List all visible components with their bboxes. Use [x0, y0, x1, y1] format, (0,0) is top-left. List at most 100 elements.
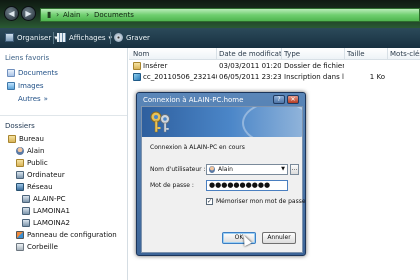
address-bar[interactable]: ▮ › Alain › Documents — [40, 8, 420, 22]
tree-label: Ordinateur — [27, 171, 65, 179]
tree-label: Panneau de configuration — [27, 231, 117, 239]
file-name: Insérer — [143, 62, 168, 70]
burn-button[interactable]: Graver — [114, 33, 150, 42]
folders-header[interactable]: Dossiers — [5, 122, 35, 130]
cancel-button[interactable]: Annuler — [262, 232, 296, 244]
more-chevron-icon: » — [43, 95, 48, 103]
column-divider[interactable] — [344, 48, 345, 60]
user-icon — [16, 147, 24, 155]
tree-item-ordinateur[interactable]: Ordinateur — [16, 171, 65, 179]
column-divider[interactable] — [387, 48, 388, 60]
back-button[interactable]: ◀ — [4, 6, 19, 21]
file-name: cc_20110506_232140.reg — [143, 73, 217, 81]
chevron-down-icon[interactable]: ▼ — [281, 166, 285, 172]
organize-label: Organiser — [17, 33, 52, 42]
tree-label: LAMOINA2 — [33, 219, 70, 227]
password-field[interactable]: ●●●●●●●●●● — [206, 180, 288, 191]
control-panel-icon — [16, 231, 24, 239]
tree-item-control-panel[interactable]: Panneau de configuration — [16, 231, 117, 239]
address-folder-icon: ▮ — [47, 10, 52, 19]
desktop-folder-icon — [8, 135, 16, 143]
credentials-dialog: Connexion à ALAIN-PC.home ? ✕ Connexion … — [136, 92, 306, 256]
file-list-header: Nom Date de modificati... Type Taille Mo… — [129, 48, 420, 60]
tree-item-reseau[interactable]: Réseau — [16, 183, 53, 191]
keys-icon — [150, 111, 170, 133]
toolbar-divider — [110, 32, 111, 44]
tree-item-public[interactable]: Public — [16, 159, 48, 167]
dialog-banner — [142, 107, 302, 137]
favorite-label: Autres — [18, 95, 41, 103]
forward-button[interactable]: ▶ — [21, 6, 36, 21]
password-label: Mot de passe : — [150, 182, 194, 189]
computer-icon — [16, 171, 24, 179]
pane-divider — [0, 115, 127, 116]
views-menu[interactable]: Affichages ▾ — [57, 33, 112, 42]
folder-icon — [133, 62, 141, 70]
views-icon — [57, 33, 66, 42]
tree-item-lamoina2[interactable]: LAMOINA2 — [22, 219, 70, 227]
column-header-date[interactable]: Date de modificati... — [219, 50, 281, 58]
file-row[interactable]: cc_20110506_232140.reg 06/05/2011 23:23 … — [129, 72, 420, 82]
column-header-tags[interactable]: Mots-clés — [390, 50, 420, 58]
tree-item-lamoina1[interactable]: LAMOINA1 — [22, 207, 70, 215]
column-divider[interactable] — [216, 48, 217, 60]
tree-item-corbeille[interactable]: Corbeille — [16, 243, 58, 251]
banner-decoration — [242, 107, 302, 137]
organize-menu[interactable]: Organiser ▾ — [5, 33, 58, 42]
tree-item-alain-pc[interactable]: ALAIN-PC — [22, 195, 66, 203]
documents-icon — [7, 69, 15, 77]
burn-label: Graver — [126, 33, 150, 42]
registry-file-icon — [133, 73, 141, 81]
tree-label: Réseau — [27, 183, 53, 191]
dialog-body: Connexion à ALAIN-PC en cours Nom d'util… — [141, 106, 306, 253]
images-icon — [7, 82, 15, 90]
navigation-pane: Liens favoris Documents Images Autres » … — [0, 48, 128, 280]
favorite-item-images[interactable]: Images — [7, 82, 44, 90]
breadcrumb-chevron-icon[interactable]: › — [56, 10, 59, 19]
favorite-label: Documents — [18, 69, 58, 77]
username-value: Alain — [218, 166, 233, 173]
burn-disc-icon — [114, 33, 123, 42]
username-combobox[interactable]: Alain ▼ — [206, 164, 288, 175]
file-date: 03/03/2011 01:20 — [219, 62, 281, 70]
tree-label: LAMOINA1 — [33, 207, 70, 215]
breadcrumb-item-documents[interactable]: Documents — [94, 11, 134, 19]
organize-icon — [5, 33, 14, 42]
tree-item-alain[interactable]: Alain — [16, 147, 44, 155]
views-label: Affichages — [69, 33, 106, 42]
tree-label: Public — [27, 159, 48, 167]
help-button[interactable]: ? — [273, 95, 285, 104]
tree-label: ALAIN-PC — [33, 195, 66, 203]
tree-item-bureau[interactable]: Bureau — [8, 135, 44, 143]
user-icon — [209, 166, 215, 173]
column-divider[interactable] — [281, 48, 282, 60]
breadcrumb-chevron-icon[interactable]: › — [86, 10, 89, 19]
tree-label: Bureau — [19, 135, 44, 143]
file-size: 1 Ko — [369, 73, 385, 81]
toolbar-divider — [53, 32, 54, 44]
computer-icon — [22, 195, 30, 203]
tree-label: Corbeille — [27, 243, 58, 251]
network-icon — [16, 183, 24, 191]
browse-button[interactable]: ... — [290, 164, 299, 175]
file-row[interactable]: Insérer 03/03/2011 01:20 Dossier de fich… — [129, 61, 420, 71]
column-header-name[interactable]: Nom — [133, 50, 213, 58]
window-title-bar: ◀ ▶ ▮ › Alain › Documents — [0, 0, 420, 28]
remember-password-label[interactable]: Mémoriser mon mot de passe — [216, 198, 306, 205]
connection-status-message: Connexion à ALAIN-PC en cours — [150, 144, 245, 151]
file-type: Inscription dans le ... — [284, 73, 344, 81]
column-header-type[interactable]: Type — [284, 50, 344, 58]
breadcrumb-item-alain[interactable]: Alain — [63, 11, 80, 19]
tree-label: Alain — [27, 147, 45, 155]
favorite-item-more[interactable]: Autres » — [18, 95, 48, 103]
favorite-item-documents[interactable]: Documents — [7, 69, 58, 77]
close-button[interactable]: ✕ — [287, 95, 299, 104]
public-folder-icon — [16, 159, 24, 167]
command-toolbar: Organiser ▾ Affichages ▾ Graver — [0, 28, 420, 48]
remember-password-checkbox[interactable]: ✓ — [206, 198, 213, 205]
username-label: Nom d'utilisateur : — [150, 166, 206, 173]
computer-icon — [22, 207, 30, 215]
computer-icon — [22, 219, 30, 227]
column-header-size[interactable]: Taille — [347, 50, 387, 58]
file-date: 06/05/2011 23:23 — [219, 73, 281, 81]
